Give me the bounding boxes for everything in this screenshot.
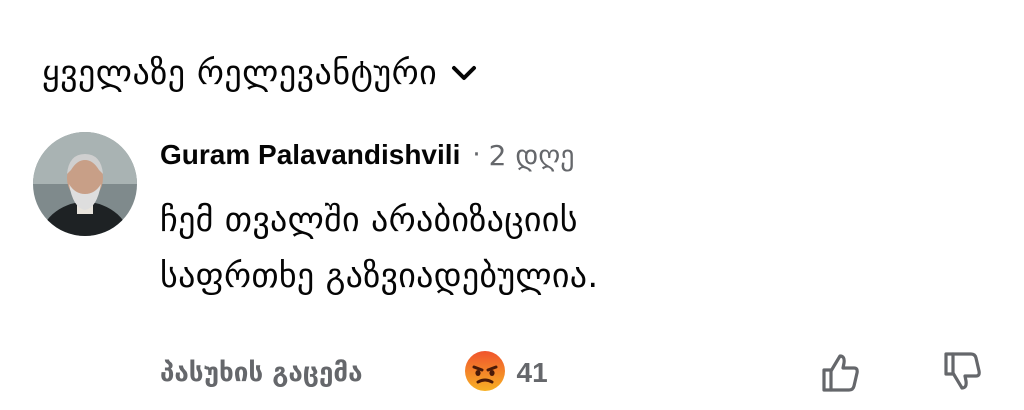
comment-time[interactable]: 2 დღე [489, 139, 575, 172]
angry-emoji-icon [463, 349, 507, 397]
comment-actions: პასუხის გაცემა 41 [160, 346, 981, 400]
reply-button[interactable]: პასუხის გაცემა [160, 358, 363, 388]
sort-label: ყველაზე რელევანტური [42, 53, 438, 93]
chevron-down-icon [451, 64, 477, 82]
comment-text-line-1: ჩემ თვალში არაბიზაციის [160, 200, 578, 240]
avatar[interactable] [33, 132, 137, 236]
reaction-summary[interactable]: 41 [463, 349, 548, 397]
comment-text-line-2: საფრთხე გაზვიადებულია. [160, 256, 599, 296]
comment: Guram Palavandishvili · 2 დღე ჩემ თვალში… [160, 132, 980, 304]
meta-separator: · [472, 140, 481, 170]
reaction-count: 41 [516, 357, 548, 388]
thumbs-down-icon[interactable] [940, 350, 984, 398]
comment-meta: Guram Palavandishvili · 2 დღე [160, 132, 980, 178]
thumbs-up-icon[interactable] [818, 350, 862, 398]
author-name[interactable]: Guram Palavandishvili [160, 139, 460, 171]
sort-dropdown[interactable]: ყველაზე რელევანტური [42, 48, 477, 98]
comment-text: ჩემ თვალში არაბიზაციის საფრთხე გაზვიადებ… [160, 192, 980, 304]
